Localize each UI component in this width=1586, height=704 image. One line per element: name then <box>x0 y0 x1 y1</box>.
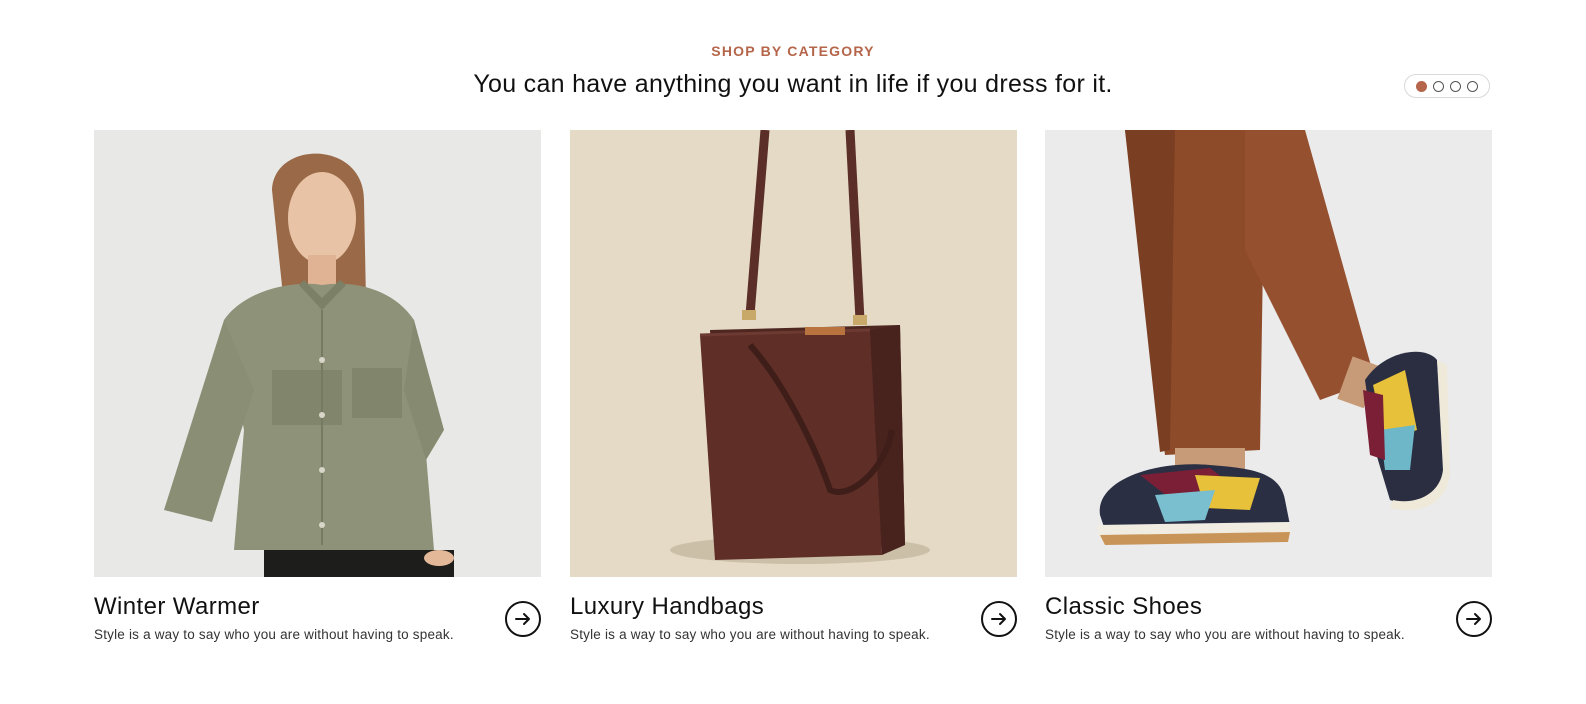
section-headline: You can have anything you want in life i… <box>473 70 1113 98</box>
category-description: Style is a way to say who you are withou… <box>94 627 454 642</box>
category-link-button[interactable] <box>1456 601 1492 637</box>
category-card-classic-shoes: Classic Shoes Style is a way to say who … <box>1045 130 1492 642</box>
category-description: Style is a way to say who you are withou… <box>1045 627 1405 642</box>
section-eyebrow: SHOP BY CATEGORY <box>711 43 875 59</box>
carousel-pagination <box>1404 74 1490 98</box>
pagination-dot-4[interactable] <box>1467 80 1478 92</box>
category-title[interactable]: Classic Shoes <box>1045 593 1202 621</box>
category-link-button[interactable] <box>981 601 1017 637</box>
category-description: Style is a way to say who you are withou… <box>570 627 930 642</box>
pagination-dot-3[interactable] <box>1450 80 1461 92</box>
category-title[interactable]: Winter Warmer <box>94 593 260 621</box>
category-card-luxury-handbags: Luxury Handbags Style is a way to say wh… <box>570 130 1017 642</box>
category-image-classic-shoes[interactable] <box>1045 130 1492 577</box>
pagination-dot-1[interactable] <box>1416 80 1427 92</box>
category-card-winter-warmer: Winter Warmer Style is a way to say who … <box>94 130 541 642</box>
arrow-right-icon <box>991 613 1006 625</box>
category-image-luxury-handbags[interactable] <box>570 130 1017 577</box>
category-link-button[interactable] <box>505 601 541 637</box>
pagination-dot-2[interactable] <box>1433 80 1444 92</box>
category-image-winter-warmer[interactable] <box>94 130 541 577</box>
arrow-right-icon <box>515 613 530 625</box>
arrow-right-icon <box>1466 613 1481 625</box>
category-title[interactable]: Luxury Handbags <box>570 593 764 621</box>
